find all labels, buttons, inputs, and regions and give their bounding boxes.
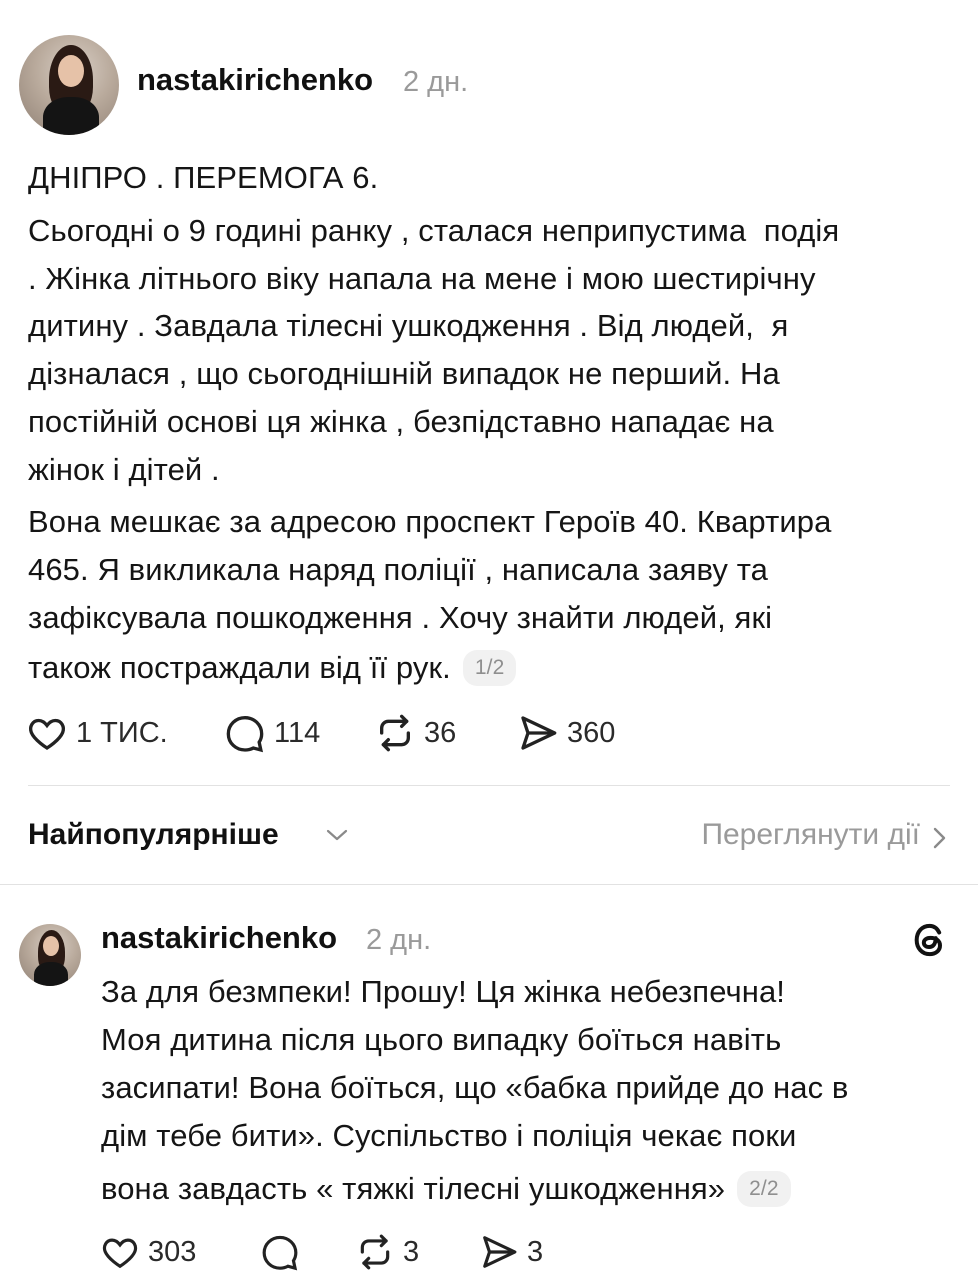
heart-icon xyxy=(29,718,65,750)
post-line: жінок і дітей . xyxy=(28,452,220,487)
reply-repost-count: 3 xyxy=(403,1235,420,1268)
post-author-username[interactable]: nastakirichenko xyxy=(137,62,373,98)
threads-logo-icon[interactable] xyxy=(910,920,950,960)
post-line: постійній основі ця жінка , безпідставно… xyxy=(28,404,774,439)
divider xyxy=(28,785,950,786)
post-line: також постраждали від її рук. 1/2 xyxy=(28,644,517,692)
post-share-count: 360 xyxy=(567,716,616,749)
post-like-button[interactable]: 1 ТИС. xyxy=(26,713,168,753)
chevron-right-icon[interactable] xyxy=(930,826,948,850)
comment-icon xyxy=(226,715,264,753)
share-icon xyxy=(483,1236,517,1268)
post-author-avatar[interactable] xyxy=(19,35,119,135)
post-line: . Жінка літнього віку напала на мене і м… xyxy=(28,261,816,296)
comment-icon xyxy=(262,1235,298,1271)
reply-line: засипати! Вона боїться, що «бабка прийде… xyxy=(101,1070,849,1105)
reply-line: Моя дитина після цього випадку боїться н… xyxy=(101,1022,782,1057)
repost-icon xyxy=(380,714,410,752)
reply-line: За для безмпеки! Прошу! Ця жінка небезпе… xyxy=(101,974,786,1009)
post-comment-button[interactable]: 114 xyxy=(224,713,320,753)
reply-share-count: 3 xyxy=(527,1235,544,1268)
chevron-down-icon[interactable] xyxy=(325,825,349,845)
reply-line-text: вона завдасть « тяжкі тілесні ушкодження… xyxy=(101,1171,726,1206)
post-repost-count: 36 xyxy=(424,716,457,749)
post-line: дитину . Завдала тілесні ушкодження . Ві… xyxy=(28,308,789,343)
post-line: Вона мешкає за адресою проспект Героїв 4… xyxy=(28,504,832,539)
post-page-badge: 1/2 xyxy=(462,650,517,686)
post-like-count: 1 ТИС. xyxy=(76,716,168,749)
reply-timestamp: 2 дн. xyxy=(366,924,432,956)
reply-like-button[interactable]: 303 xyxy=(100,1233,196,1271)
reply-share-button[interactable]: 3 xyxy=(479,1233,543,1271)
sort-dropdown[interactable]: Найпопулярніше xyxy=(28,818,279,852)
post-line-text: також постраждали від її рук. xyxy=(28,650,451,685)
repost-icon xyxy=(360,1234,390,1270)
post-line: ДНІПРО . ПЕРЕМОГА 6. xyxy=(28,160,379,195)
reply-author-username[interactable]: nastakirichenko xyxy=(101,920,337,956)
reply-page-badge: 2/2 xyxy=(737,1171,791,1207)
post-line: 465. Я викликала наряд поліції , написал… xyxy=(28,552,769,587)
post-share-button[interactable]: 360 xyxy=(517,713,615,753)
post-comment-count: 114 xyxy=(274,716,321,749)
heart-icon xyxy=(102,1238,138,1269)
post-repost-button[interactable]: 36 xyxy=(374,713,456,753)
reply-like-count: 303 xyxy=(148,1235,197,1268)
divider xyxy=(0,884,978,885)
post-line: дізналася , що сьогоднішній випадок не п… xyxy=(28,356,780,391)
post-line: Сьогодні о 9 годині ранку , сталася непр… xyxy=(28,213,840,248)
post-line: зафіксувала пошкодження . Хочу знайти лю… xyxy=(28,600,773,635)
reply-author-avatar[interactable] xyxy=(19,924,81,986)
share-icon xyxy=(521,716,557,750)
reply-line: дім тебе бити». Суспільство і поліція че… xyxy=(101,1118,797,1153)
reply-repost-button[interactable]: 3 xyxy=(355,1233,419,1271)
reply-comment-button[interactable] xyxy=(260,1233,308,1271)
post-timestamp: 2 дн. xyxy=(403,66,469,98)
reply-line: вона завдасть « тяжкі тілесні ушкодження… xyxy=(101,1165,791,1213)
view-activity-link[interactable]: Переглянути дії xyxy=(701,818,920,852)
